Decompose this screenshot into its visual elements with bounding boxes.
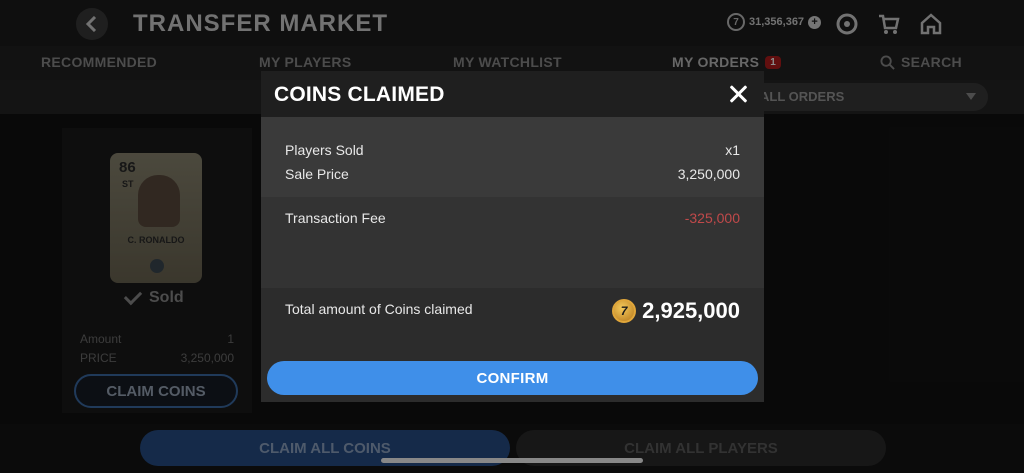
players-sold-label: Players Sold (285, 142, 364, 158)
dialog-title: COINS CLAIMED (274, 83, 445, 106)
total-claimed: 7 2,925,000 (612, 298, 740, 324)
home-indicator[interactable] (381, 458, 643, 463)
transaction-fee-value: -325,000 (684, 210, 740, 226)
sale-price-value: 3,250,000 (677, 166, 740, 182)
players-sold-value: x1 (725, 142, 740, 158)
transaction-fee-row: Transaction Fee -325,000 (285, 210, 740, 226)
sale-price-row: Sale Price 3,250,000 (285, 166, 740, 182)
total-claimed-label: Total amount of Coins claimed (285, 301, 473, 317)
close-icon[interactable] (727, 83, 749, 105)
sale-price-label: Sale Price (285, 166, 349, 182)
transaction-fee-label: Transaction Fee (285, 210, 386, 226)
players-sold-row: Players Sold x1 (285, 142, 740, 158)
coin-icon: 7 (612, 299, 637, 323)
dialog-header: COINS CLAIMED (261, 71, 764, 117)
total-claimed-value: 2,925,000 (642, 298, 740, 323)
coins-claimed-dialog: COINS CLAIMED Players Sold x1 Sale Price… (261, 71, 764, 402)
confirm-button[interactable]: CONFIRM (267, 361, 758, 395)
